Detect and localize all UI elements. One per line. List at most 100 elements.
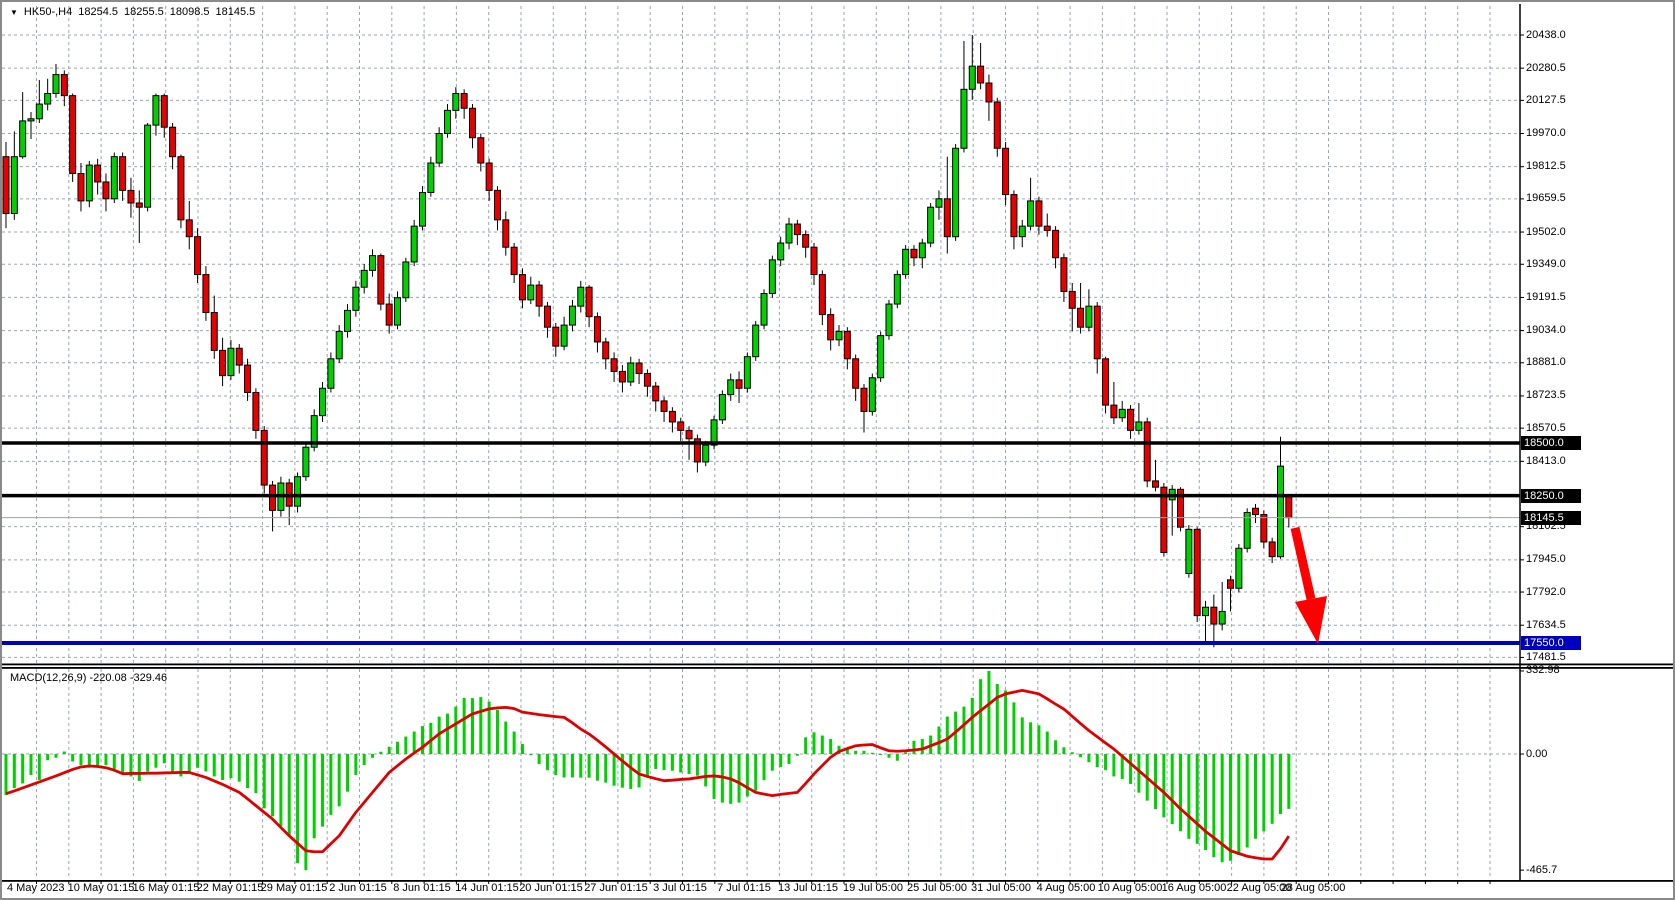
candle — [469, 108, 475, 137]
candle — [1019, 226, 1025, 237]
chart-canvas[interactable] — [2, 2, 1675, 900]
macd-histogram-bar — [679, 754, 682, 772]
candle — [1186, 529, 1192, 573]
macd-histogram-bar — [604, 754, 607, 783]
candle — [861, 388, 867, 411]
macd-histogram-bar — [1246, 754, 1249, 848]
trading-chart-window: ▼ HK50-,H4 18254.5 18255.5 18098.5 18145… — [0, 0, 1675, 900]
macd-histogram-bar — [338, 754, 341, 806]
candle — [544, 306, 550, 327]
macd-histogram-bar — [104, 754, 107, 765]
candle — [95, 165, 101, 182]
candle — [86, 165, 92, 201]
macd-histogram-bar — [471, 698, 474, 754]
macd-histogram-bar — [854, 751, 857, 754]
candle — [270, 485, 276, 510]
macd-histogram-bar — [279, 754, 282, 826]
macd-histogram-bar — [463, 698, 466, 754]
macd-histogram-bar — [1196, 754, 1199, 844]
macd-histogram-bar — [496, 710, 499, 754]
macd-histogram-bar — [54, 754, 57, 758]
macd-histogram-bar — [588, 754, 591, 778]
macd-histogram-bar — [904, 752, 907, 754]
macd-histogram-bar — [813, 732, 816, 754]
candle — [303, 447, 309, 476]
candle — [853, 359, 859, 388]
macd-histogram-bar — [962, 707, 965, 754]
macd-histogram-bar — [921, 739, 924, 754]
bar-high-value: 18255.5 — [124, 6, 164, 18]
macd-histogram-bar — [138, 754, 141, 781]
price-tag-18145.5: 18145.5 — [1521, 511, 1581, 525]
candle — [944, 199, 950, 237]
candle — [736, 380, 742, 388]
macd-histogram-bar — [1079, 754, 1082, 757]
macd-histogram-bar — [554, 754, 557, 775]
candle — [1044, 226, 1050, 230]
macd-histogram-bar — [163, 754, 166, 763]
price-axis-label: 20280.5 — [1526, 62, 1566, 75]
macd-histogram-bar — [29, 754, 32, 775]
macd-histogram-bar — [1037, 725, 1040, 754]
price-axis-label: 19502.0 — [1526, 226, 1566, 239]
macd-histogram-bar — [821, 736, 824, 754]
candle — [678, 422, 684, 430]
candle — [1236, 548, 1242, 588]
candle — [45, 94, 51, 105]
macd-histogram-bar — [271, 754, 274, 816]
candle — [444, 110, 450, 133]
macd-histogram-bar — [646, 754, 649, 778]
macd-histogram-bar — [204, 754, 207, 771]
candle — [120, 157, 126, 191]
macd-histogram-bar — [1087, 754, 1090, 762]
macd-histogram-bar — [79, 754, 82, 765]
macd-histogram-bar — [296, 754, 299, 863]
macd-histogram-bar — [912, 741, 915, 754]
macd-axis-label: -465.7 — [1526, 864, 1557, 877]
macd-histogram-bar — [1021, 717, 1024, 754]
price-axis-label: 19034.0 — [1526, 324, 1566, 337]
candle — [395, 298, 401, 325]
candle — [578, 287, 584, 306]
symbol-dropdown-icon[interactable]: ▼ — [10, 7, 18, 18]
candle — [894, 275, 900, 304]
candle — [778, 243, 784, 260]
macd-histogram-bar — [896, 754, 899, 761]
candle — [178, 157, 184, 220]
candle — [986, 83, 992, 102]
macd-histogram-bar — [21, 754, 24, 783]
macd-histogram-bar — [196, 754, 199, 768]
candle — [370, 256, 376, 271]
candle — [653, 386, 659, 401]
candle — [536, 285, 542, 306]
price-tag-18500.0: 18500.0 — [1521, 436, 1581, 450]
macd-histogram-bar — [371, 754, 374, 758]
macd-histogram-bar — [329, 754, 332, 815]
macd-histogram-bar — [113, 754, 116, 769]
candle — [28, 119, 34, 121]
candle — [1269, 542, 1275, 557]
price-tag-18250.0: 18250.0 — [1521, 489, 1581, 503]
macd-histogram-bar — [746, 754, 749, 796]
macd-histogram-bar — [504, 722, 507, 754]
macd-histogram-bar — [1279, 754, 1282, 814]
candle — [1103, 359, 1109, 405]
macd-histogram-bar — [238, 754, 241, 782]
macd-histogram-bar — [354, 754, 357, 775]
macd-histogram-bar — [146, 754, 149, 771]
macd-histogram-bar — [779, 754, 782, 767]
macd-histogram-bar — [154, 754, 157, 768]
macd-histogram-bar — [171, 754, 174, 771]
macd-histogram-bar — [688, 754, 691, 774]
candle — [328, 359, 334, 388]
macd-histogram-bar — [887, 754, 890, 758]
macd-axis-label: 332.98 — [1526, 664, 1560, 677]
macd-histogram-bar — [829, 739, 832, 754]
candle — [345, 310, 351, 331]
candle — [1203, 607, 1209, 615]
candle — [636, 363, 642, 374]
macd-histogram-bar — [421, 726, 424, 754]
macd-histogram-bar — [862, 751, 865, 754]
candle — [1128, 409, 1134, 430]
macd-histogram-bar — [404, 737, 407, 754]
